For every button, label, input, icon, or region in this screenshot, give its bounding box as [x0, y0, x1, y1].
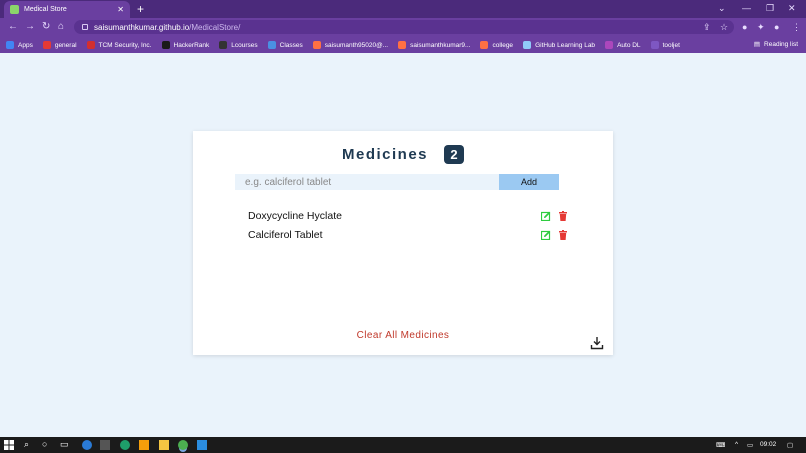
bookmark-label: Auto DL	[617, 41, 641, 49]
cortana-icon[interactable]: ○	[42, 439, 47, 449]
task-view-icon[interactable]: ▭	[60, 439, 69, 450]
bookmark-label: Classes	[279, 41, 303, 49]
delete-icon[interactable]	[558, 211, 568, 221]
bookmark-label: general	[54, 41, 77, 49]
maximize-icon[interactable]: ❐	[766, 3, 774, 14]
bookmark-label: HackerRank	[173, 41, 210, 49]
tab-search-icon[interactable]: ⌄	[718, 3, 726, 14]
reload-icon[interactable]: ↻	[42, 21, 50, 32]
bookmark-label: college	[492, 41, 514, 49]
delete-icon[interactable]	[558, 230, 568, 240]
bookmark-favicon-icon	[480, 41, 489, 49]
windows-start-icon[interactable]	[4, 440, 14, 450]
bookmark-favicon-icon	[398, 41, 407, 49]
page-title: Medicines	[341, 146, 429, 163]
card-header: Medicines 2	[193, 145, 613, 164]
language-icon[interactable]: ⌨	[716, 441, 725, 449]
bookmark-favicon-icon	[650, 41, 659, 49]
browser-tab-bar: Medical Store ✕ + ⌄ — ❐ ✕	[0, 0, 806, 18]
bookmark-item[interactable]: Auto DL	[605, 41, 641, 49]
bookmark-label: tooljet	[662, 41, 680, 49]
url-path: /MedicalStore/	[189, 22, 241, 32]
bookmark-item[interactable]: tooljet	[650, 41, 680, 49]
medicine-input[interactable]	[235, 174, 499, 190]
extension-icon[interactable]: ●	[742, 22, 747, 32]
bookmark-favicon-icon	[605, 41, 614, 49]
list-item: Calciferol Tablet	[248, 227, 568, 243]
notification-icon[interactable]: ▢	[787, 441, 793, 449]
bookmark-item[interactable]: HackerRank	[161, 41, 210, 49]
reading-list[interactable]: ▤ Reading list	[753, 40, 798, 49]
tab-favicon-icon	[10, 5, 19, 14]
menu-icon[interactable]: ⋮	[792, 22, 801, 33]
medicine-name: Doxycycline Hyclate	[248, 210, 342, 222]
bookmark-item[interactable]: GitHub Learning Lab	[523, 41, 595, 49]
telegram-icon[interactable]	[82, 440, 92, 450]
add-button[interactable]: Add	[499, 174, 559, 190]
bookmark-star-icon[interactable]: ☆	[720, 22, 728, 33]
close-window-icon[interactable]: ✕	[788, 3, 796, 14]
search-icon[interactable]: ⌕	[24, 439, 29, 450]
bookmark-item[interactable]: Lcourses	[219, 41, 258, 49]
bookmark-favicon-icon	[523, 41, 532, 49]
medicine-name: Calciferol Tablet	[248, 229, 323, 241]
profile-icon[interactable]: ●	[774, 22, 779, 32]
bookmark-label: GitHub Learning Lab	[535, 41, 596, 49]
lock-icon	[82, 24, 88, 30]
bookmark-label: TCM Security, Inc.	[98, 41, 152, 49]
url-host: saisumanthkumar.github.io	[94, 22, 190, 32]
list-item: Doxycycline Hyclate	[248, 208, 568, 224]
address-bar-row: ← → ↻ ⌂ saisumanthkumar.github.io/Medica…	[0, 18, 806, 37]
browser-tab[interactable]: Medical Store ✕	[4, 1, 130, 18]
vscode-icon[interactable]	[197, 440, 207, 450]
tab-close-icon[interactable]: ✕	[117, 5, 124, 14]
medicines-card: Medicines 2 Add Doxycycline Hyclate Calc…	[193, 131, 613, 355]
bookmark-item[interactable]: saisumanthkumar9...	[398, 41, 470, 49]
edit-icon[interactable]	[541, 211, 551, 221]
bookmarks-bar: Apps general TCM Security, Inc. HackerRank L…	[0, 37, 806, 53]
bookmark-item[interactable]: TCM Security, Inc.	[86, 41, 152, 49]
new-tab-icon[interactable]: +	[137, 2, 144, 16]
address-bar[interactable]: saisumanthkumar.github.io/MedicalStore/	[74, 20, 734, 34]
bookmark-favicon-icon	[86, 41, 95, 49]
bookmark-label: Apps	[18, 41, 33, 49]
bookmark-favicon-icon	[219, 41, 228, 49]
chrome-icon[interactable]	[178, 440, 188, 450]
file-explorer-icon[interactable]	[159, 440, 169, 450]
minimize-icon[interactable]: —	[742, 3, 751, 13]
app-icon[interactable]	[100, 440, 110, 450]
bookmark-label: saisumanth95020@...	[324, 41, 389, 49]
bookmark-favicon-icon	[267, 41, 276, 49]
bookmark-item[interactable]: college	[480, 41, 513, 49]
puzzle-icon[interactable]: ✦	[757, 22, 765, 33]
reading-list-label: Reading list	[764, 40, 798, 48]
tab-title: Medical Store	[24, 6, 67, 13]
bookmark-item[interactable]: general	[42, 41, 77, 49]
medicine-count-badge: 2	[444, 145, 465, 164]
bookmark-favicon-icon	[42, 41, 51, 49]
edit-icon[interactable]	[541, 230, 551, 240]
bookmark-item[interactable]: saisumanth95020@...	[312, 41, 389, 49]
edge-icon[interactable]	[120, 440, 130, 450]
bookmark-label: saisumanthkumar9...	[410, 41, 471, 49]
download-icon[interactable]	[590, 336, 604, 350]
bookmark-item[interactable]: Classes	[267, 41, 303, 49]
battery-icon[interactable]: ▭	[747, 441, 753, 449]
bookmark-label: Lcourses	[231, 41, 258, 49]
back-icon[interactable]: ←	[8, 21, 18, 32]
bookmark-favicon-icon	[312, 41, 321, 49]
vlc-icon[interactable]	[139, 440, 149, 450]
bookmark-favicon-icon	[161, 41, 170, 49]
clear-all-button[interactable]: Clear All Medicines	[193, 330, 613, 341]
bookmark-item[interactable]: Apps	[6, 41, 33, 49]
forward-icon[interactable]: →	[25, 21, 35, 32]
windows-taskbar: ⌕ ○ ▭ ⌨ ^ ▭ 09:02 ▢	[0, 437, 806, 453]
bookmark-favicon-icon	[6, 41, 14, 49]
reading-list-icon: ▤	[753, 41, 761, 48]
tray-chevron-icon[interactable]: ^	[735, 441, 738, 448]
share-icon[interactable]: ⇪	[703, 22, 711, 33]
home-icon[interactable]: ⌂	[58, 21, 64, 32]
clock-time[interactable]: 09:02	[760, 441, 776, 448]
